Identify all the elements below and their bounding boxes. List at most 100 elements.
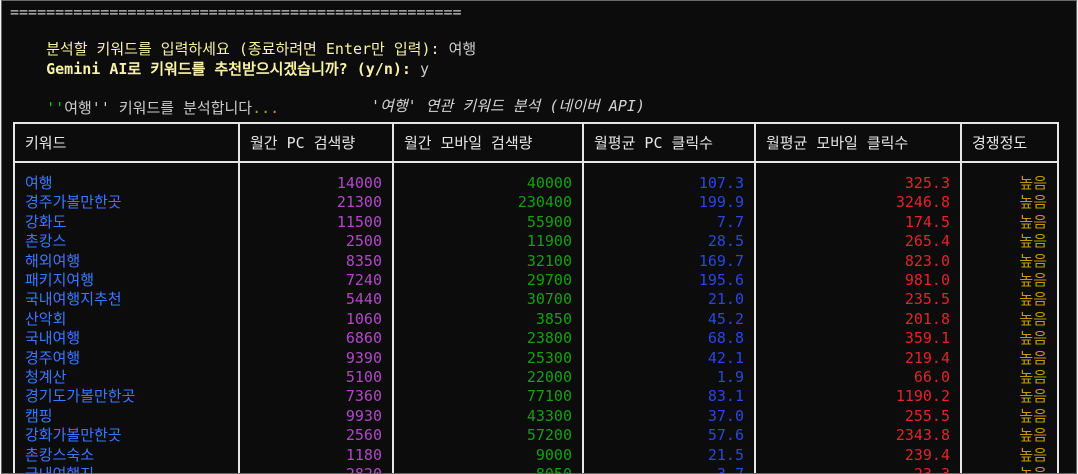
status-text: 여행'' 키워드를 분석합니다	[64, 99, 253, 117]
cell-pc-search: 9390	[238, 348, 394, 369]
cell-mobile-click: 235.5	[754, 290, 962, 310]
cell-keyword: 청계산	[13, 368, 240, 388]
table-row: 국내여행 6860 23800 68.8 359.1 높음	[13, 329, 1059, 349]
cell-keyword: 패키지여행	[13, 271, 240, 291]
cell-pc-search: 21300	[238, 193, 394, 213]
cell-competition: 높음	[960, 232, 1059, 252]
cell-keyword: 국내여행	[13, 329, 240, 349]
status-quote: ''	[46, 99, 65, 117]
cell-pc-search: 14000	[238, 162, 394, 194]
cell-pc-search: 5100	[238, 368, 394, 388]
table-row: 산악회 1060 3850 45.2 201.8 높음	[13, 309, 1059, 330]
cell-mobile-search: 32100	[392, 251, 584, 272]
cell-mobile-search: 23800	[392, 329, 584, 349]
cell-pc-click: 57.6	[582, 426, 756, 446]
cell-pc-search: 2500	[238, 232, 394, 252]
cell-mobile-search: 25300	[392, 348, 584, 369]
cell-competition: 높음	[960, 290, 1059, 310]
table-row: 경기도가볼만한곳 7360 77100 83.1 1190.2 높음	[13, 387, 1059, 407]
cell-mobile-click: 359.1	[754, 329, 962, 349]
cell-pc-click: 37.0	[582, 406, 756, 427]
header-mobile-click: 월평균 모바일 클릭수	[754, 122, 962, 163]
cell-keyword: 산악회	[13, 309, 240, 330]
table-row: 해외여행 8350 32100 169.7 823.0 높음	[13, 251, 1059, 272]
cell-mobile-search: 43300	[392, 406, 584, 427]
table-row: 촌캉스 2500 11900 28.5 265.4 높음	[13, 232, 1059, 252]
cell-keyword: 경기도가볼만한곳	[13, 387, 240, 407]
cell-keyword: 경주여행	[13, 348, 240, 369]
table-row: 강화가볼만한곳 2560 57200 57.6 2343.8 높음	[13, 426, 1059, 446]
header-mobile-search: 월간 모바일 검색량	[392, 122, 584, 163]
table-row: 경주가볼만한곳 21300 230400 199.9 3246.8 높음	[13, 193, 1059, 213]
cell-mobile-click: 1190.2	[754, 387, 962, 407]
cell-pc-click: 107.3	[582, 162, 756, 194]
cell-mobile-search: 57200	[392, 426, 584, 446]
cell-mobile-click: 66.0	[754, 368, 962, 388]
cell-mobile-click: 3246.8	[754, 193, 962, 213]
table-header-row: 키워드 월간 PC 검색량 월간 모바일 검색량 월평균 PC 클릭수 월평균 …	[13, 122, 1059, 163]
cell-mobile-click: 239.4	[754, 445, 962, 466]
cell-mobile-search: 9000	[392, 445, 584, 466]
table-row: 여행 14000 40000 107.3 325.3 높음	[13, 162, 1059, 194]
cell-pc-search: 2560	[238, 426, 394, 446]
cell-mobile-click: 255.5	[754, 406, 962, 427]
cell-pc-click: 21.5	[582, 445, 756, 466]
cell-mobile-search: 3850	[392, 309, 584, 330]
cell-pc-click: 169.7	[582, 251, 756, 272]
cell-mobile-click: 174.5	[754, 212, 962, 233]
cell-competition: 높음	[960, 271, 1059, 291]
cell-pc-click: 1.9	[582, 368, 756, 388]
cell-mobile-click: 823.0	[754, 251, 962, 272]
terminal-window: ========================================…	[1, 0, 1077, 474]
cell-keyword: 강화도	[13, 212, 240, 233]
cell-pc-click: 45.2	[582, 309, 756, 330]
cell-pc-search: 8350	[238, 251, 394, 272]
cell-competition: 높음	[960, 368, 1059, 388]
cell-pc-click: 195.6	[582, 271, 756, 291]
cell-mobile-search: 55900	[392, 212, 584, 233]
cell-keyword: 촌캉스숙소	[13, 445, 240, 466]
cell-pc-search: 1060	[238, 309, 394, 330]
cell-keyword: 캠핑	[13, 406, 240, 427]
gemini-prompt-text: Gemini AI로 키워드를 추천받으시겠습니까? (y/n):	[46, 60, 420, 78]
gemini-input-value[interactable]: y	[420, 60, 429, 78]
cell-mobile-click: 219.4	[754, 348, 962, 369]
cell-competition: 높음	[960, 193, 1059, 213]
cell-pc-search: 6860	[238, 329, 394, 349]
cell-mobile-click: 325.3	[754, 162, 962, 194]
cell-competition: 높음	[960, 309, 1059, 330]
cell-mobile-search: 40000	[392, 162, 584, 194]
cell-pc-search: 7360	[238, 387, 394, 407]
cell-competition: 높음	[960, 329, 1059, 349]
cell-keyword: 여행	[13, 162, 240, 194]
cell-pc-search: 11500	[238, 212, 394, 233]
cell-pc-search: 7240	[238, 271, 394, 291]
header-pc-click: 월평균 PC 클릭수	[582, 122, 756, 163]
table-row: 패키지여행 7240 29700 195.6 981.0 높음	[13, 271, 1059, 291]
cell-pc-click: 199.9	[582, 193, 756, 213]
cell-competition: 높음	[960, 251, 1059, 272]
keyword-table: 키워드 월간 PC 검색량 월간 모바일 검색량 월평균 PC 클릭수 월평균 …	[13, 122, 1059, 473]
cell-pc-click: 21.0	[582, 290, 756, 310]
cell-mobile-search: 22000	[392, 368, 584, 388]
cell-pc-click: 42.1	[582, 348, 756, 369]
cell-keyword: 촌캉스	[13, 232, 240, 252]
cell-competition: 높음	[960, 406, 1059, 427]
keyword-input-value[interactable]: 여행	[449, 40, 477, 58]
cell-mobile-click: 201.8	[754, 309, 962, 330]
table-row: 청계산 5100 22000 1.9 66.0 높음	[13, 368, 1059, 388]
cell-competition: 높음	[960, 212, 1059, 233]
cell-mobile-search: 230400	[392, 193, 584, 213]
cell-keyword: 강화가볼만한곳	[13, 426, 240, 446]
table-caption: '여행' 연관 키워드 분석 (네이버 API)	[371, 97, 645, 115]
cell-pc-search: 9930	[238, 406, 394, 427]
cell-competition: 높음	[960, 426, 1059, 446]
status-dots: ...	[252, 99, 280, 117]
header-pc-search: 월간 PC 검색량	[238, 122, 394, 163]
cell-keyword: 경주가볼만한곳	[13, 193, 240, 213]
cell-competition: 높음	[960, 387, 1059, 407]
cell-mobile-search: 29700	[392, 271, 584, 291]
cell-pc-click: 7.7	[582, 212, 756, 233]
cell-mobile-click: 265.4	[754, 232, 962, 252]
cell-competition: 높음	[960, 162, 1059, 194]
